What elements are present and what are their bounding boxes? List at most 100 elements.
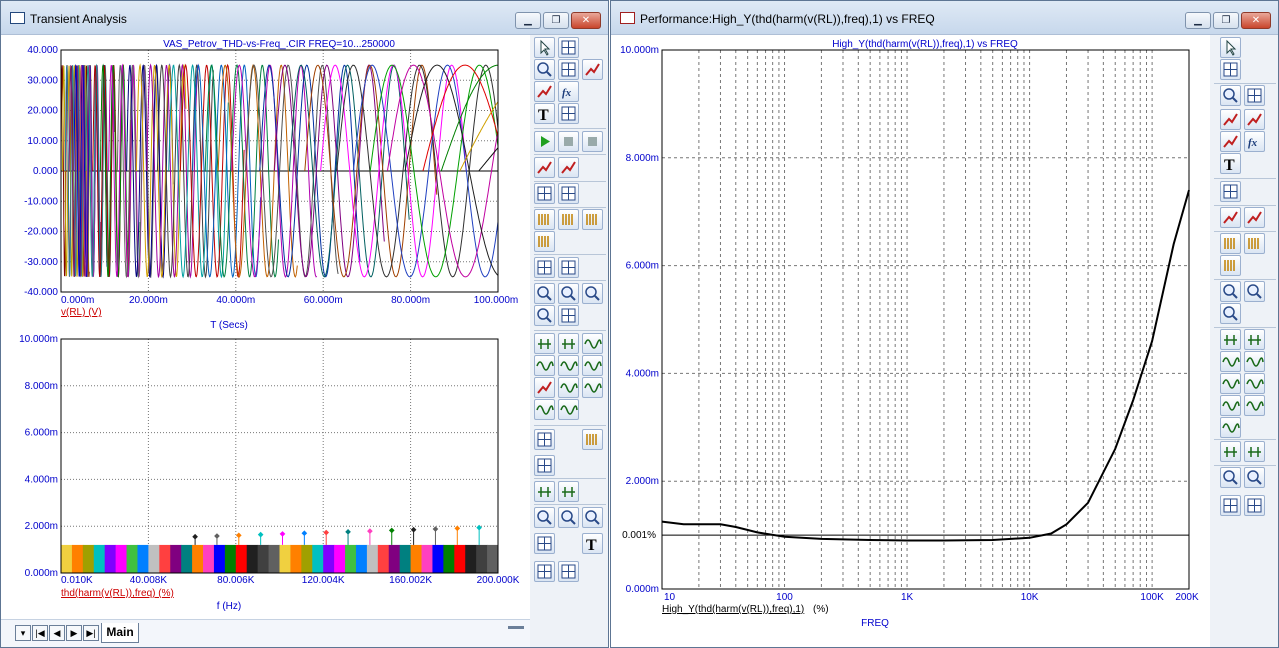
stack-icon[interactable]: [534, 209, 555, 230]
text-icon[interactable]: T: [534, 103, 555, 124]
zoom-out-icon[interactable]: [534, 283, 555, 304]
vertical-tag-icon[interactable]: [1220, 131, 1241, 152]
point-tag-icon[interactable]: [1220, 109, 1241, 130]
crosshair-icon[interactable]: [558, 257, 579, 278]
restore-button[interactable]: ❐: [1213, 12, 1239, 29]
close-button[interactable]: ✕: [571, 12, 601, 29]
frame-icon[interactable]: [534, 183, 555, 204]
valley-icon[interactable]: [1244, 395, 1265, 416]
top-icon[interactable]: [558, 377, 579, 398]
properties-icon[interactable]: [1220, 181, 1241, 202]
edit-icon[interactable]: [558, 305, 579, 326]
zoom-in-icon[interactable]: [534, 507, 555, 528]
next-peak-icon[interactable]: [534, 333, 555, 354]
zoom-out-small-icon[interactable]: [1244, 467, 1265, 488]
bottom-icon[interactable]: [1220, 417, 1241, 438]
grid-icon[interactable]: [558, 183, 579, 204]
probe-icon[interactable]: [534, 305, 555, 326]
bottom-icon[interactable]: [582, 377, 603, 398]
high-icon[interactable]: [582, 333, 603, 354]
tab-dropdown-button[interactable]: ▾: [15, 625, 31, 641]
zoom-area-icon[interactable]: [582, 283, 603, 304]
clipboard-icon[interactable]: [534, 429, 555, 450]
select-pointer-icon[interactable]: [1220, 37, 1241, 58]
scale-mode-icon[interactable]: [534, 59, 555, 80]
left-title-bar[interactable]: Transient Analysis ▁ ❐ ✕: [1, 1, 608, 35]
pause-icon[interactable]: [582, 131, 603, 152]
low-icon[interactable]: [1244, 351, 1265, 372]
cursor-mode-icon[interactable]: [558, 37, 579, 58]
minimize-button[interactable]: ▁: [515, 12, 541, 29]
align-icon[interactable]: [1244, 233, 1265, 254]
paste-icon[interactable]: [558, 561, 579, 582]
properties-icon[interactable]: [558, 103, 579, 124]
high-icon[interactable]: [1220, 351, 1241, 372]
performance-plot-area[interactable]: High_Y(thd(harm(v(RL)),freq),1) vs FREQ …: [611, 35, 1210, 648]
cursor-mode-icon[interactable]: [1220, 59, 1241, 80]
restore-button[interactable]: ❐: [543, 12, 569, 29]
text-icon[interactable]: T: [1220, 153, 1241, 174]
prev-page-button[interactable]: ◀: [49, 625, 65, 641]
performance-plot[interactable]: High_Y(thd(harm(v(RL)),freq),1) vs FREQ …: [611, 35, 1210, 648]
bars-icon[interactable]: [558, 209, 579, 230]
panel-mode-icon[interactable]: [1244, 85, 1265, 106]
top-trace-label[interactable]: v(RL) (V): [61, 307, 102, 318]
align-icon[interactable]: [582, 209, 603, 230]
transient-plots[interactable]: VAS_Petrov_THD-vs-Freq_.CIR FREQ=10...25…: [1, 35, 530, 619]
minimize-button[interactable]: ▁: [1185, 12, 1211, 29]
tab-main[interactable]: Main: [101, 623, 139, 643]
select-pointer-icon[interactable]: [534, 37, 555, 58]
function-icon[interactable]: fx: [558, 81, 579, 102]
next-peak-icon[interactable]: [1220, 329, 1241, 350]
data-points-icon[interactable]: [1220, 207, 1241, 228]
scale-mode-icon[interactable]: [1220, 85, 1241, 106]
run-icon[interactable]: [534, 131, 555, 152]
horizontal-tag-icon[interactable]: [1244, 109, 1265, 130]
next-valley-icon[interactable]: [558, 333, 579, 354]
zoom-in-icon[interactable]: [1220, 467, 1241, 488]
tokens-icon[interactable]: [558, 157, 579, 178]
copy-icon[interactable]: [1220, 495, 1241, 516]
column-icon[interactable]: [534, 231, 555, 252]
close-button[interactable]: ✕: [1241, 12, 1271, 29]
zoom-100-icon[interactable]: [582, 507, 603, 528]
global-high-icon[interactable]: [1244, 373, 1265, 394]
performance-trace-label[interactable]: High_Y(thd(harm(v(RL)),freq),1): [662, 604, 804, 615]
panel-mode-icon[interactable]: [558, 59, 579, 80]
zoom-out-icon[interactable]: [1220, 281, 1241, 302]
scroll-thumb[interactable]: [508, 626, 524, 629]
horizontal-tag-icon[interactable]: [534, 81, 555, 102]
right-title-bar[interactable]: Performance:High_Y(thd(harm(v(RL)),freq)…: [611, 1, 1278, 35]
valley-icon[interactable]: [558, 399, 579, 420]
next-valley-icon[interactable]: [1244, 329, 1265, 350]
inflection-icon[interactable]: [1220, 373, 1241, 394]
zoom-fit-icon[interactable]: [558, 283, 579, 304]
next-page-button[interactable]: ▶: [66, 625, 82, 641]
slope-icon[interactable]: [1220, 395, 1241, 416]
first-page-button[interactable]: |◀: [32, 625, 48, 641]
column-icon[interactable]: [1220, 255, 1241, 276]
fit-x-icon[interactable]: [1220, 441, 1241, 462]
data-points-icon[interactable]: [534, 157, 555, 178]
function-icon[interactable]: fx: [1244, 131, 1265, 152]
zoom-fit-icon[interactable]: [1244, 281, 1265, 302]
horizontal-axis-icon[interactable]: [534, 257, 555, 278]
probe-icon[interactable]: [1220, 303, 1241, 324]
fit-y-icon[interactable]: [1244, 441, 1265, 462]
last-page-button[interactable]: ▶|: [83, 625, 99, 641]
copy-icon[interactable]: [534, 561, 555, 582]
slope-icon[interactable]: [534, 399, 555, 420]
bars-icon[interactable]: [1220, 233, 1241, 254]
global-low-icon[interactable]: [534, 377, 555, 398]
point-tag-icon[interactable]: [582, 59, 603, 80]
numeric-output-icon[interactable]: [534, 455, 555, 476]
global-high-icon[interactable]: [582, 355, 603, 376]
bottom-trace-label[interactable]: thd(harm(v(RL)),freq) (%): [61, 588, 174, 599]
low-icon[interactable]: [534, 355, 555, 376]
zoom-out-small-icon[interactable]: [558, 507, 579, 528]
stop-icon[interactable]: [558, 131, 579, 152]
paste-icon[interactable]: [1244, 495, 1265, 516]
font-icon[interactable]: T: [582, 533, 603, 554]
tokens-icon[interactable]: [1244, 207, 1265, 228]
fit-x-icon[interactable]: [534, 481, 555, 502]
